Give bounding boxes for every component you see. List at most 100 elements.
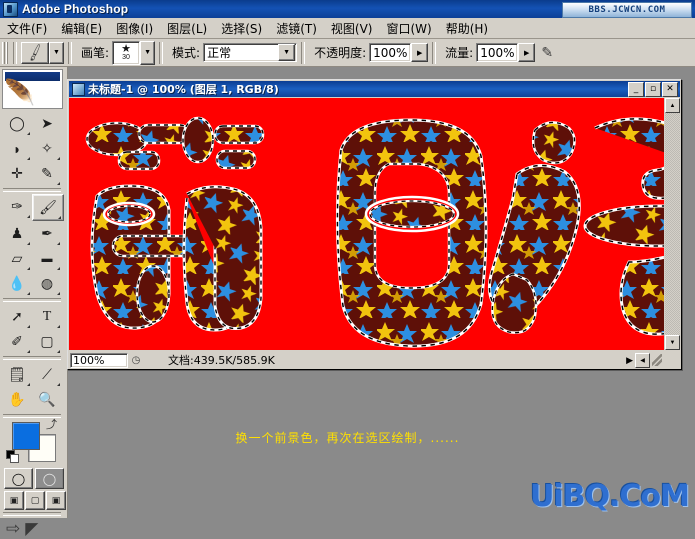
caption-text: 换一个前景色，再次在选区绘制，...... — [235, 431, 460, 445]
zoom-icon: 🔍 — [38, 391, 56, 407]
tool-slice[interactable]: ✎ — [32, 161, 62, 186]
vertical-scrollbar[interactable]: ▲ ▼ — [665, 98, 680, 350]
menu-help[interactable]: 帮助(H) — [439, 18, 495, 39]
slice-icon: ✎ — [41, 165, 53, 181]
canvas[interactable] — [69, 98, 664, 350]
blend-mode-value: 正常 — [207, 46, 232, 60]
shape-icon: ▢ — [40, 333, 54, 349]
options-divider-3 — [159, 41, 164, 64]
toolbox-divider-5 — [3, 512, 61, 516]
opacity-value: 100% — [373, 45, 408, 60]
brush-preset-dropdown[interactable]: ▼ — [140, 40, 156, 65]
scroll-left-button[interactable]: ◀ — [635, 352, 650, 368]
jump-to-row: ⇨ ◤ — [6, 519, 67, 539]
clone-stamp-icon: ♟ — [10, 225, 24, 241]
minimize-button[interactable]: _ — [628, 81, 644, 97]
triangle-right-icon[interactable]: ▶ — [626, 355, 633, 366]
standard-screen-icon: ▣ — [9, 495, 19, 505]
zoom-level-input[interactable]: 100% — [70, 352, 128, 368]
full-screen-menubar-mode-button[interactable]: ▢ — [25, 491, 45, 510]
tool-brush[interactable]: 🖌 — [32, 194, 64, 221]
tool-marquee[interactable]: ◯ — [2, 111, 32, 136]
tool-lasso[interactable]: ◗ — [2, 136, 32, 161]
tool-clone-stamp[interactable]: ♟ — [2, 221, 32, 246]
standard-screen-mode-button[interactable]: ▣ — [4, 491, 24, 510]
tool-path-selection[interactable]: ➚ — [2, 304, 32, 329]
opacity-slider-button[interactable]: ▶ — [411, 43, 429, 62]
full-screen-mode-button[interactable]: ▣ — [46, 491, 66, 510]
triangle-right-icon: ▶ — [416, 49, 423, 57]
tool-gradient[interactable]: ▬ — [32, 246, 62, 271]
tool-eyedropper[interactable]: ⟋ — [32, 362, 62, 387]
notes-icon: 🗒 — [8, 366, 26, 382]
tool-crop[interactable]: ✛ — [2, 161, 32, 186]
tool-grid-vector: ➚ T ✐ ▢ — [2, 304, 64, 354]
brush-size-value: 30 — [122, 53, 130, 61]
opacity-label: 不透明度: — [314, 46, 367, 60]
imageready-icon[interactable]: ◤ — [25, 519, 38, 539]
flow-value: 100% — [480, 45, 515, 60]
opacity-input[interactable]: 100% — [369, 43, 412, 62]
document-statusbar: 100% ◷ 文档:439.5K/585.9K ▶ ◀ — [69, 352, 664, 368]
tool-history-brush[interactable]: ✒ — [32, 221, 62, 246]
tool-healing-brush[interactable]: ✑ — [2, 194, 32, 219]
current-tool-preview[interactable]: 🖌 — [21, 41, 49, 64]
document-window: 未标题-1 @ 100% (图层 1, RGB/8) _ ▫ ✕ ▲ ▼ 100… — [67, 79, 682, 370]
menu-file[interactable]: 文件(F) — [0, 18, 54, 39]
scroll-up-button[interactable]: ▲ — [665, 98, 680, 113]
tool-dodge[interactable]: ◍ — [32, 271, 62, 296]
history-brush-icon: ✒ — [41, 225, 53, 241]
jump-to-imageready-icon[interactable]: ⇨ — [6, 519, 20, 539]
resize-grip-icon[interactable] — [652, 354, 662, 366]
status-arrows: ▶ ◀ — [626, 352, 662, 368]
doc-size-icon[interactable]: ◷ — [128, 355, 144, 366]
tool-hand[interactable]: ✋ — [2, 387, 32, 412]
menu-layer[interactable]: 图层(L) — [160, 18, 214, 39]
tool-eraser[interactable]: ▱ — [2, 246, 32, 271]
standard-mask-mode-button[interactable]: ◯ — [4, 468, 33, 489]
tool-pen[interactable]: ✐ — [2, 329, 32, 354]
menu-image[interactable]: 图像(I) — [109, 18, 160, 39]
options-divider-4 — [301, 41, 306, 64]
pen-icon: ✐ — [11, 333, 23, 349]
toolbox: 🪶 ◯ ➤ ◗ ✧ ✛ ✎ ✑ 🖌 ♟ ✒ ▱ ▬ 💧 ◍ ➚ T ✐ ▢ 🗒 … — [0, 67, 68, 538]
marquee-icon: ◯ — [9, 115, 25, 131]
toolbox-divider-4 — [3, 414, 61, 418]
tool-blur[interactable]: 💧 — [2, 271, 32, 296]
chevron-down-icon[interactable]: ▼ — [278, 44, 296, 61]
feather-banner-icon: 🪶 — [2, 69, 63, 109]
tool-move[interactable]: ➤ — [32, 111, 62, 136]
close-button[interactable]: ✕ — [662, 81, 678, 97]
default-colors-icon[interactable] — [6, 450, 19, 463]
quick-mask-mode-button[interactable]: ◯ — [35, 468, 64, 489]
menu-view[interactable]: 视图(V) — [324, 18, 380, 39]
tool-notes[interactable]: 🗒 — [2, 362, 32, 387]
triangle-left-icon: ◀ — [640, 357, 645, 364]
document-titlebar[interactable]: 未标题-1 @ 100% (图层 1, RGB/8) _ ▫ ✕ — [69, 81, 680, 97]
move-icon: ➤ — [41, 115, 53, 131]
tool-preset-dropdown[interactable]: ▼ — [49, 41, 64, 64]
tool-type[interactable]: T — [32, 304, 62, 329]
blend-mode-select[interactable]: 正常 ▼ — [203, 43, 298, 62]
full-screen-icon: ▣ — [51, 495, 61, 505]
flow-input[interactable]: 100% — [476, 43, 519, 62]
airbrush-icon[interactable]: ✎ — [535, 42, 559, 64]
quick-mask-icon: ◯ — [42, 471, 57, 486]
path-selection-icon: ➚ — [11, 308, 23, 324]
menu-filter[interactable]: 滤镜(T) — [269, 18, 324, 39]
document-size-text: 文档:439.5K/585.9K — [168, 354, 275, 367]
menu-window[interactable]: 窗口(W) — [379, 18, 438, 39]
brush-preset-thumbnail[interactable]: ★ 30 — [112, 40, 141, 65]
maximize-button[interactable]: ▫ — [645, 81, 661, 97]
flow-slider-button[interactable]: ▶ — [518, 43, 536, 62]
menu-edit[interactable]: 编辑(E) — [54, 18, 109, 39]
options-bar-grip[interactable] — [2, 41, 9, 64]
scroll-down-button[interactable]: ▼ — [665, 335, 680, 350]
tool-zoom[interactable]: 🔍 — [32, 387, 62, 412]
star-brush-icon: ★ — [121, 42, 131, 55]
tool-magic-wand[interactable]: ✧ — [32, 136, 62, 161]
menu-select[interactable]: 选择(S) — [214, 18, 269, 39]
brush-tool-icon: 🖌 — [24, 42, 46, 62]
tool-shape[interactable]: ▢ — [32, 329, 62, 354]
bbs-watermark: BBS.JCWCN.COM — [562, 2, 692, 18]
